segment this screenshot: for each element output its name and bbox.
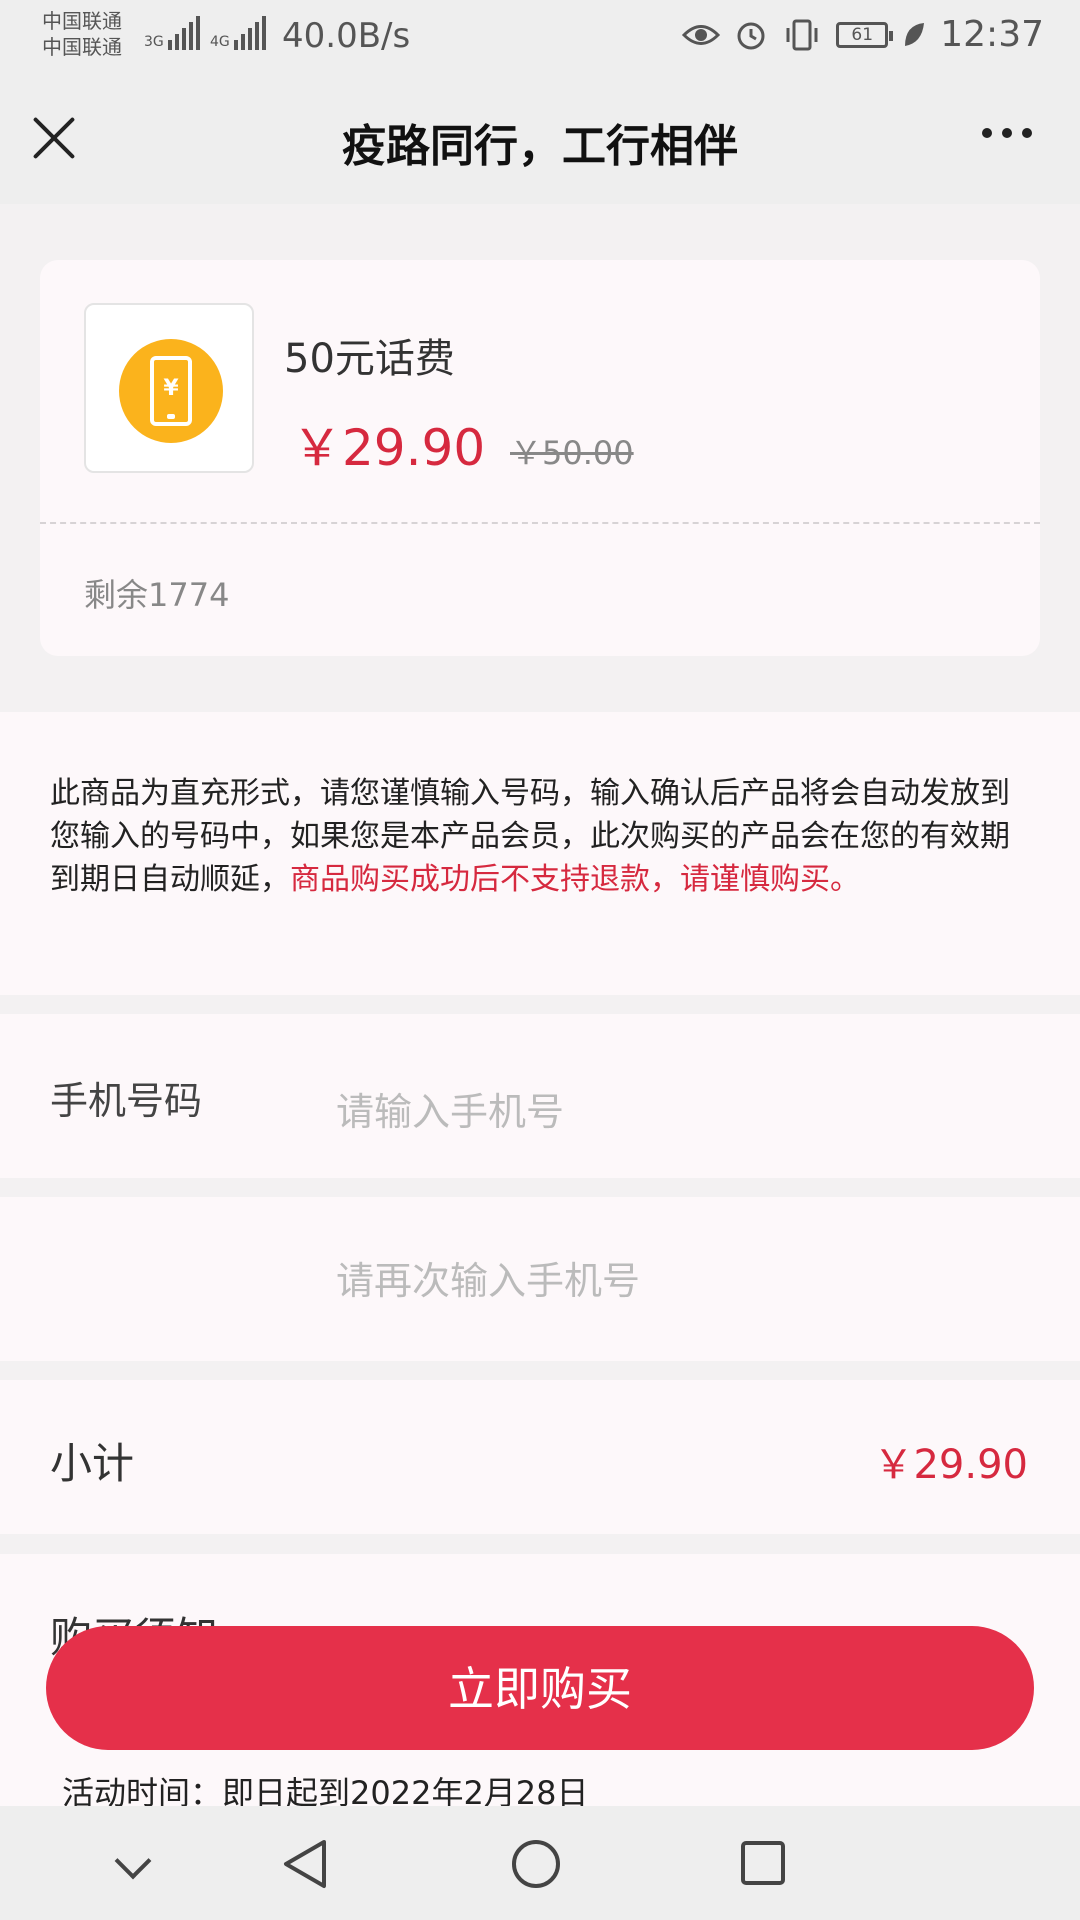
buy-now-button[interactable]: 立即购买 <box>46 1626 1034 1750</box>
phone-row: 手机号码 <box>0 1014 1080 1178</box>
subtotal-value: ￥29.90 <box>873 1442 1028 1488</box>
recent-square-icon[interactable] <box>708 1806 828 1920</box>
phone-confirm-input[interactable] <box>336 1251 996 1311</box>
net-speed: 40.0B/s <box>282 16 411 56</box>
clock: 12:37 <box>940 14 1044 55</box>
signal-1-icon: 3G <box>144 16 201 50</box>
product-price: ￥29.90 <box>292 419 486 477</box>
battery-level: 61 <box>851 24 874 45</box>
refund-warning: 商品购买成功后不支持退款，请谨慎购买。 <box>290 862 860 897</box>
purchase-notice-box: 此商品为直充形式，请您谨慎输入号码，输入确认后产品将会自动发放到您输入的号码中，… <box>0 712 1080 995</box>
system-nav-bar <box>0 1806 1080 1920</box>
chevron-down-icon[interactable] <box>74 1806 194 1920</box>
title-bar: 疫路同行，工行相伴 <box>0 76 1080 204</box>
leaf-icon <box>905 22 925 46</box>
product-card: ¥ 50元话费 ￥29.90 ￥50.00 剩余1774 <box>40 260 1040 656</box>
phone-confirm-row <box>0 1197 1080 1361</box>
subtotal-row: 小计 ￥29.90 <box>0 1380 1080 1534</box>
more-menu-icon[interactable] <box>982 128 1032 138</box>
carrier-labels: 中国联通 中国联通 <box>42 8 122 60</box>
status-bar: 中国联通 中国联通 3G 4G 40.0B/s 61 12:37 <box>0 0 1080 76</box>
dashed-divider <box>40 522 1040 524</box>
stock-remaining: 剩余1774 <box>84 576 230 614</box>
subtotal-label: 小计 <box>50 1439 135 1488</box>
product-thumbnail: ¥ <box>84 303 254 473</box>
signal-2-icon: 4G <box>210 16 267 50</box>
carrier-2: 中国联通 <box>42 35 122 59</box>
back-triangle-icon[interactable] <box>250 1806 370 1920</box>
battery-icon: 61 <box>836 21 894 48</box>
product-name: 50元话费 <box>284 336 455 382</box>
home-circle-icon[interactable] <box>480 1806 600 1920</box>
notice-text: 此商品为直充形式，请您谨慎输入号码，输入确认后产品将会自动发放到您输入的号码中，… <box>50 776 1010 897</box>
vibrate-icon <box>786 19 818 50</box>
phone-label: 手机号码 <box>50 1079 203 1123</box>
carrier-1: 中国联通 <box>42 9 122 33</box>
phone-input[interactable] <box>336 1082 996 1142</box>
phone-bill-icon: ¥ <box>119 339 223 443</box>
alarm-icon <box>737 22 765 49</box>
original-price: ￥50.00 <box>510 434 634 472</box>
page-title: 疫路同行，工行相伴 <box>342 121 738 172</box>
eye-icon <box>682 24 721 45</box>
